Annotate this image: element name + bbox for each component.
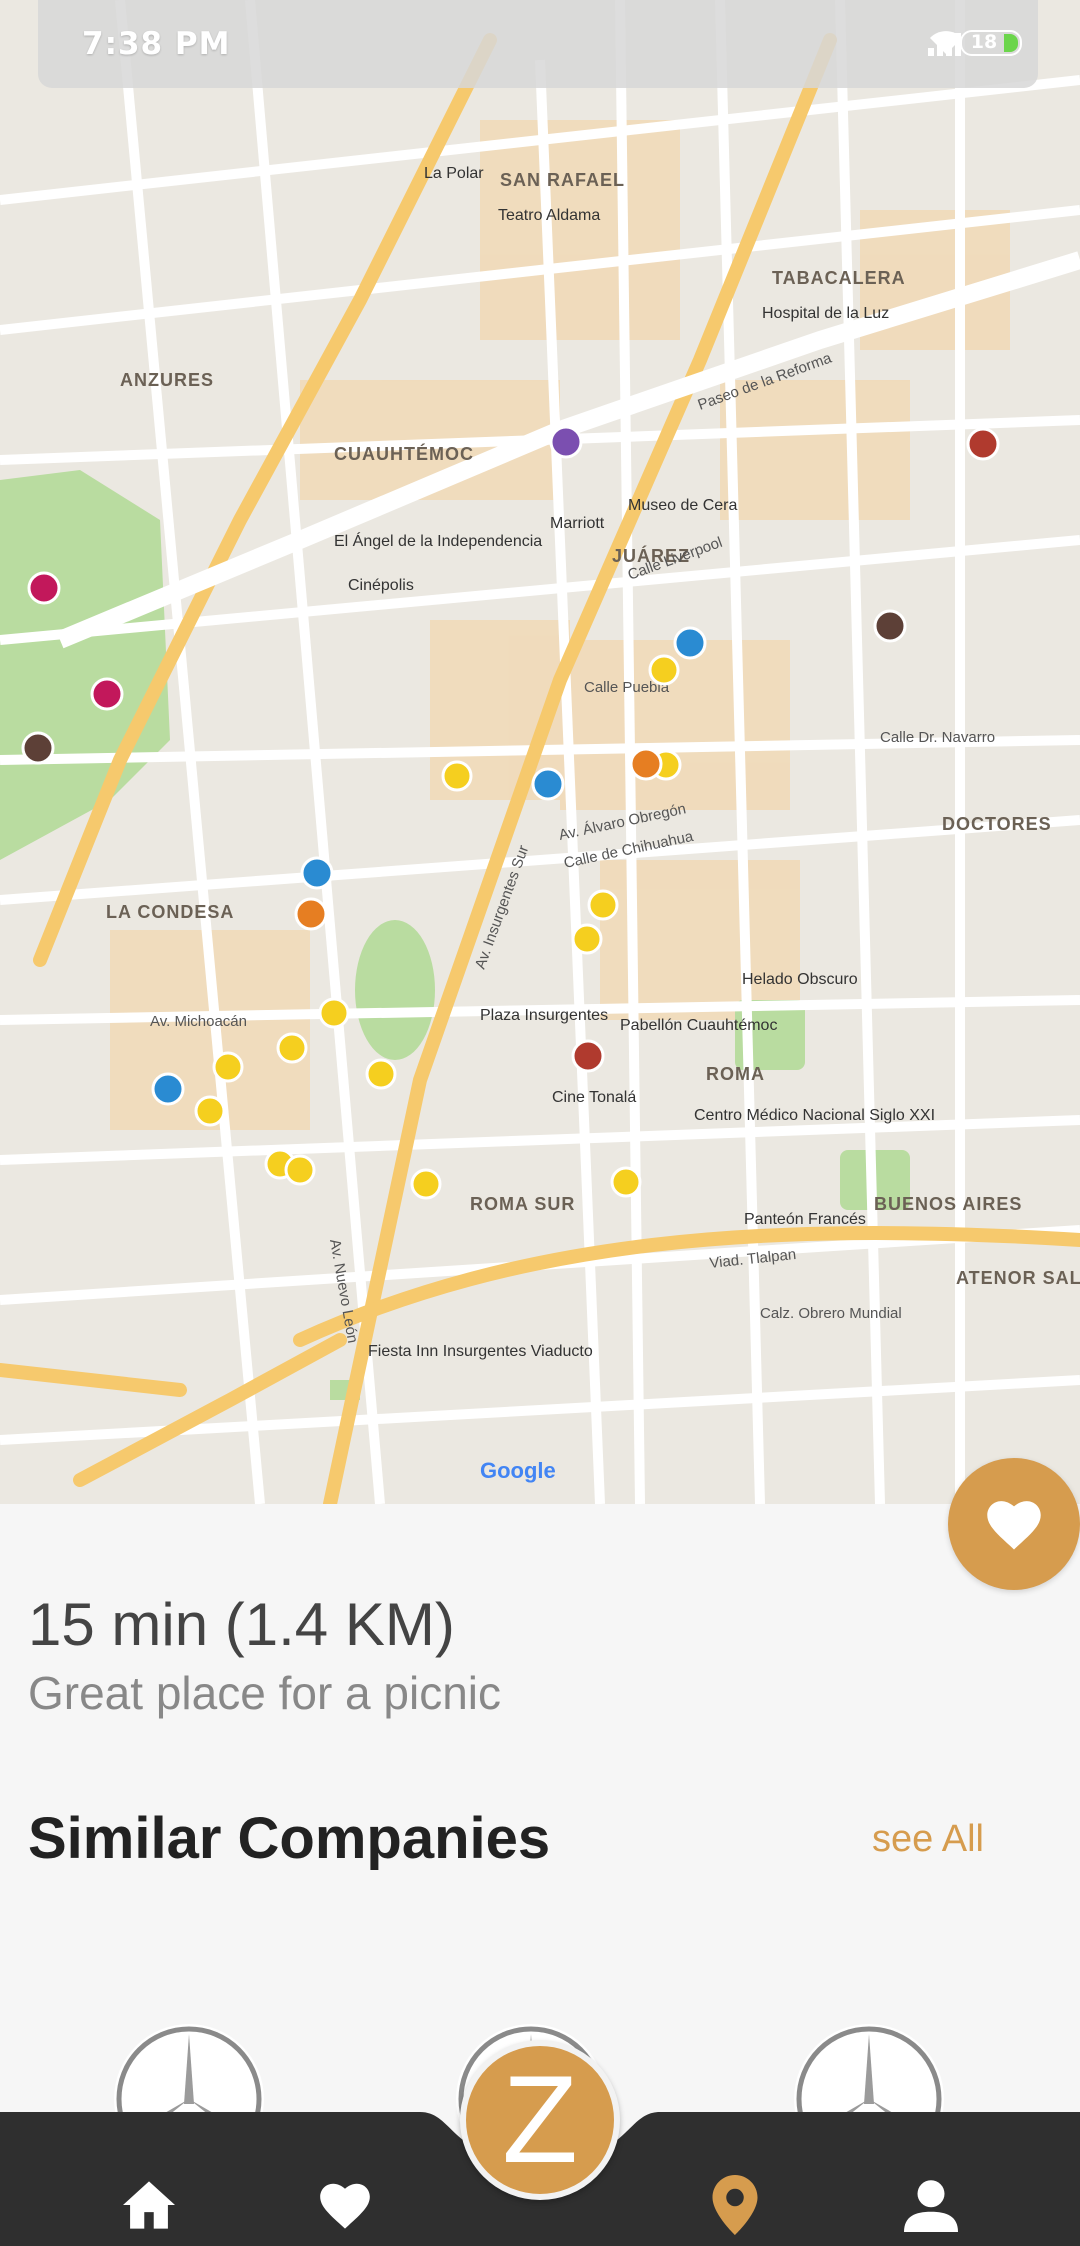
battery-level: 18 bbox=[970, 31, 998, 53]
place-label: Teatro Aldama bbox=[498, 207, 600, 224]
similar-companies-title: Similar Companies bbox=[28, 1806, 551, 1871]
place-label: Marriott bbox=[550, 515, 605, 532]
area-label: ATENOR SALA bbox=[956, 1268, 1080, 1288]
z-logo: Z bbox=[502, 2051, 578, 2189]
nav-profile[interactable] bbox=[896, 2170, 966, 2240]
place-label: El Ángel de la Independencia bbox=[334, 531, 542, 550]
heart-icon bbox=[320, 2183, 370, 2229]
place-label: Fiesta Inn Insurgentes Viaducto bbox=[368, 1343, 593, 1360]
home-icon bbox=[123, 2181, 175, 2229]
favorite-button[interactable] bbox=[948, 1458, 1080, 1590]
street-label: Calz. Obrero Mundial bbox=[760, 1305, 902, 1322]
nav-map[interactable] bbox=[700, 2170, 770, 2240]
area-label: ROMA bbox=[706, 1064, 765, 1084]
map-view[interactable]: SAN RAFAEL TABACALERA ANZURES CUAUHTÉMOC… bbox=[0, 0, 1080, 1504]
status-time: 7:38 PM bbox=[82, 26, 231, 62]
area-label: ROMA SUR bbox=[470, 1194, 575, 1214]
area-label: SAN RAFAEL bbox=[500, 170, 625, 190]
status-icons: 18 bbox=[928, 30, 1022, 56]
place-label: Panteón Francés bbox=[744, 1211, 866, 1228]
place-label: Pabellón Cuauhtémoc bbox=[620, 1017, 777, 1034]
street-label: Av. Michoacán bbox=[150, 1013, 247, 1030]
place-label: Museo de Cera bbox=[628, 497, 737, 514]
area-label: CUAUHTÉMOC bbox=[334, 443, 474, 464]
area-label: BUENOS AIRES bbox=[874, 1194, 1022, 1214]
travel-time-distance: 15 min (1.4 KM) bbox=[28, 1591, 455, 1658]
area-label: DOCTORES bbox=[942, 814, 1052, 834]
see-all-link[interactable]: see All bbox=[872, 1818, 984, 1861]
area-label: TABACALERA bbox=[772, 268, 906, 288]
person-icon bbox=[904, 2180, 958, 2232]
location-pin-icon bbox=[712, 2175, 758, 2235]
place-description: Great place for a picnic bbox=[28, 1667, 502, 1719]
place-label: Plaza Insurgentes bbox=[480, 1007, 608, 1024]
map-canvas[interactable]: SAN RAFAEL TABACALERA ANZURES CUAUHTÉMOC… bbox=[0, 0, 1080, 1504]
heart-icon bbox=[987, 1501, 1041, 1550]
place-label: Hospital de la Luz bbox=[762, 305, 889, 322]
nav-home[interactable] bbox=[114, 2170, 184, 2240]
area-label: ANZURES bbox=[120, 370, 214, 390]
battery-icon: 18 bbox=[960, 30, 1022, 56]
street-label: Calle Dr. Navarro bbox=[880, 729, 995, 746]
nav-favorites[interactable] bbox=[310, 2170, 380, 2240]
place-label: Cine Tonalá bbox=[552, 1089, 636, 1106]
place-label: Cinépolis bbox=[348, 577, 414, 594]
z-home-button[interactable]: Z bbox=[460, 2040, 620, 2200]
place-label: La Polar bbox=[424, 165, 484, 182]
area-label: LA CONDESA bbox=[106, 902, 234, 922]
google-logo: Google bbox=[480, 1458, 556, 1483]
place-label: Helado Obscuro bbox=[742, 971, 858, 988]
place-label: Centro Médico Nacional Siglo XXI bbox=[694, 1107, 935, 1124]
